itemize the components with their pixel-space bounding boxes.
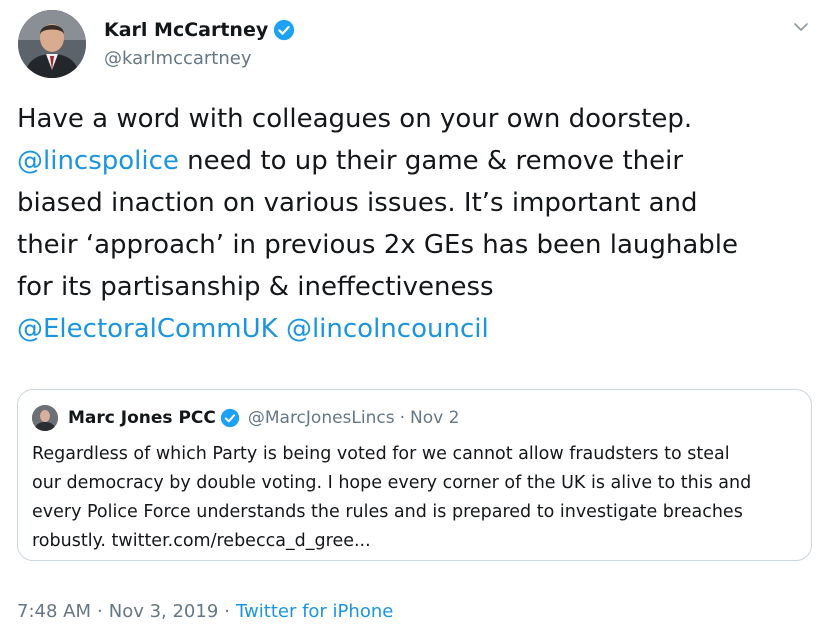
author-name-row: Karl McCartney bbox=[104, 17, 295, 43]
quoted-author-name: Marc Jones PCC bbox=[68, 408, 216, 428]
tweet-metadata: 7:48 AM · Nov 3, 2019 · Twitter for iPhone bbox=[17, 601, 393, 622]
quoted-separator: · bbox=[399, 408, 405, 428]
mention-link[interactable]: @lincspolice bbox=[17, 146, 179, 176]
tweet-text-line: their ‘approach’ in previous 2x GEs has … bbox=[17, 224, 817, 266]
tweet-text-segment: their ‘approach’ in previous 2x GEs has … bbox=[17, 230, 739, 260]
tweet-text-segment: need to up their game & remove their bbox=[178, 146, 684, 176]
tweet-source-link[interactable]: Twitter for iPhone bbox=[236, 601, 393, 622]
quoted-tweet[interactable]: Marc Jones PCC @MarcJonesLincs · Nov 2 R… bbox=[17, 389, 812, 561]
tweet-text-line: for its partisanship & ineffectiveness bbox=[17, 266, 817, 308]
tweet-text-segment bbox=[278, 314, 286, 344]
tweet-text-line: @lincspolice need to up their game & rem… bbox=[17, 140, 817, 182]
quoted-text-line: Regardless of which Party is being voted… bbox=[32, 444, 730, 464]
meta-separator: · bbox=[224, 601, 231, 622]
tweet-date[interactable]: Nov 3, 2019 bbox=[109, 601, 219, 622]
author-name[interactable]: Karl McCartney bbox=[104, 19, 268, 41]
quoted-text-line: every Police Force understands the rules… bbox=[32, 502, 743, 522]
author-handle[interactable]: @karlmccartney bbox=[104, 48, 252, 69]
tweet-text-segment: for its partisanship & ineffectiveness bbox=[17, 272, 494, 302]
chevron-down-icon[interactable] bbox=[792, 18, 810, 36]
tweet-card: Karl McCartney @karlmccartney Have a wor… bbox=[0, 0, 830, 639]
quoted-author-avatar bbox=[32, 405, 58, 431]
mention-link[interactable]: @lincolncouncil bbox=[286, 314, 489, 344]
tweet-text-segment: Have a word with colleagues on your own … bbox=[17, 104, 693, 134]
verified-badge-icon bbox=[274, 19, 295, 41]
meta-separator: · bbox=[97, 601, 103, 622]
quoted-text-line: robustly. twitter.com/rebecca_d_gree... bbox=[32, 531, 371, 551]
quoted-date: Nov 2 bbox=[410, 408, 460, 428]
quoted-header: Marc Jones PCC @MarcJonesLincs · Nov 2 bbox=[68, 404, 459, 432]
tweet-text-line: @ElectoralCommUK @lincolncouncil bbox=[17, 308, 817, 350]
tweet-text: Have a word with colleagues on your own … bbox=[17, 98, 817, 350]
quoted-text: Regardless of which Party is being voted… bbox=[32, 440, 802, 556]
mention-link[interactable]: @ElectoralCommUK bbox=[17, 314, 278, 344]
verified-badge-icon bbox=[220, 408, 240, 428]
tweet-text-line: Have a word with colleagues on your own … bbox=[17, 98, 817, 140]
tweet-text-segment: biased inaction on various issues. It’s … bbox=[17, 188, 698, 218]
tweet-time[interactable]: 7:48 AM bbox=[17, 601, 91, 622]
quoted-author-handle: @MarcJonesLincs bbox=[247, 408, 395, 428]
quoted-text-line: our democracy by double voting. I hope e… bbox=[32, 473, 752, 493]
author-avatar[interactable] bbox=[18, 10, 86, 78]
tweet-text-line: biased inaction on various issues. It’s … bbox=[17, 182, 817, 224]
